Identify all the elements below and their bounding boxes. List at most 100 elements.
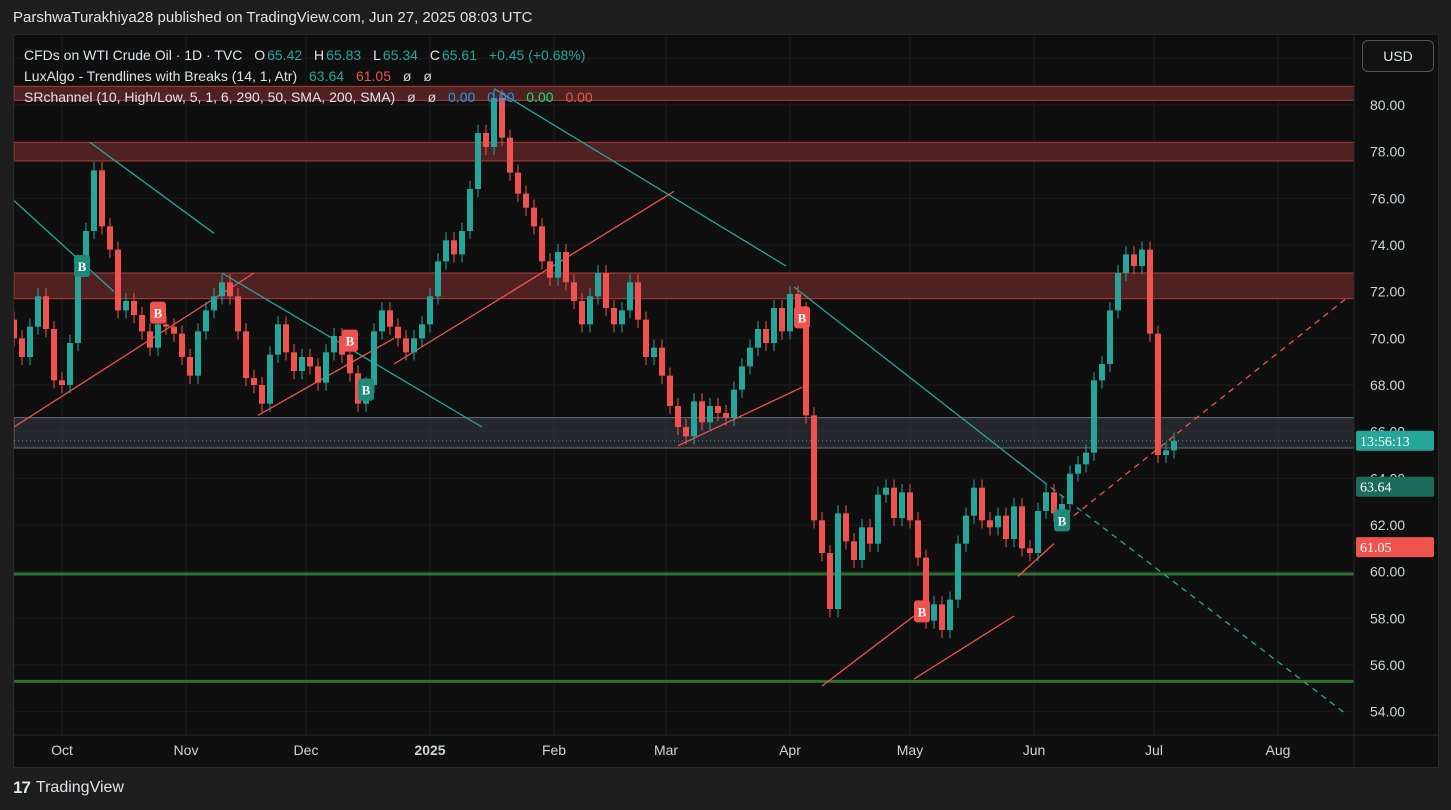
- candle-body: [867, 527, 873, 544]
- candle-body: [715, 406, 721, 413]
- candle-body: [107, 226, 113, 250]
- candle-body: [1011, 506, 1017, 539]
- candle-body: [1027, 548, 1033, 553]
- candle-body: [939, 604, 945, 630]
- indicator1-value3: ø: [402, 68, 412, 84]
- legend-indicator2-row[interactable]: SRchannel (10, High/Low, 5, 1, 6, 290, 5…: [24, 87, 595, 108]
- trendline: [913, 615, 1015, 680]
- trendline: [1041, 480, 1347, 715]
- candle-body: [1163, 450, 1169, 455]
- candle-body: [443, 240, 449, 262]
- candle-body: [115, 249, 121, 311]
- x-tick-label: Aug: [1266, 742, 1291, 758]
- candle-body: [531, 207, 537, 227]
- candle-body: [763, 329, 769, 343]
- x-tick-label: Mar: [654, 742, 678, 758]
- candle-body: [251, 378, 257, 385]
- candle-body: [147, 331, 153, 348]
- candle-body: [139, 315, 145, 332]
- footer-brand-text: TradingView: [35, 779, 124, 796]
- candle-body: [419, 324, 425, 339]
- candle-body: [283, 324, 289, 353]
- candle-body: [819, 520, 825, 553]
- candle-body: [1139, 249, 1145, 266]
- candle-body: [595, 273, 601, 297]
- indicator2-value1: ø: [407, 89, 416, 105]
- candle-body: [123, 301, 129, 311]
- indicator2-value3: 0.00: [448, 89, 476, 105]
- candle-body: [859, 527, 865, 560]
- low-value: 65.34: [382, 47, 418, 63]
- candle-body: [619, 310, 625, 325]
- trendline: [793, 286, 1043, 482]
- candle-body: [275, 324, 281, 355]
- candle-body: [19, 338, 25, 357]
- chart-legend: CFDs on WTI Crude Oil · 1D · TVC O 65.42 …: [24, 45, 595, 108]
- change-value: +0.45 (+0.68%): [488, 47, 586, 63]
- candle-body: [347, 354, 353, 374]
- candle-body: [723, 413, 729, 418]
- currency-button[interactable]: USD: [1362, 40, 1434, 72]
- support-line: [14, 572, 1354, 576]
- candle-body: [747, 347, 753, 367]
- candle-body: [35, 296, 41, 327]
- candle-body: [331, 336, 337, 353]
- candle-body: [603, 273, 609, 308]
- candle-body: [1147, 249, 1153, 334]
- legend-instrument-row[interactable]: CFDs on WTI Crude Oil · 1D · TVC O 65.42 …: [24, 45, 595, 66]
- candle-body: [467, 189, 473, 231]
- instrument-name: CFDs on WTI Crude Oil · 1D · TVC: [24, 47, 243, 63]
- candle-body: [707, 406, 713, 423]
- x-tick-label: Dec: [294, 742, 319, 758]
- footer-branding[interactable]: 17 TradingView: [13, 778, 124, 798]
- high-value: 65.83: [326, 47, 362, 63]
- candle-body: [963, 515, 969, 544]
- candle-body: [219, 282, 225, 297]
- tradingview-logo-icon: 17: [13, 778, 31, 797]
- candle-body: [811, 415, 817, 521]
- candle-body: [179, 333, 185, 357]
- candle-body: [667, 375, 673, 406]
- candle-body: [1123, 254, 1129, 273]
- chart-area[interactable]: BBBBBBB82.0080.0078.0076.0074.0072.0070.…: [13, 34, 1439, 768]
- candle-body: [915, 520, 921, 558]
- y-tick-label: 60.00: [1370, 564, 1405, 580]
- candle-body: [451, 240, 457, 255]
- y-tick-label: 74.00: [1370, 237, 1405, 253]
- candle-body: [227, 282, 233, 297]
- candle-body: [259, 385, 265, 404]
- signal-label: B: [1058, 513, 1067, 528]
- candle-body: [387, 310, 393, 327]
- y-tick-label: 78.00: [1370, 144, 1405, 160]
- candle-body: [547, 261, 553, 278]
- y-tick-label: 62.00: [1370, 517, 1405, 533]
- candle-body: [307, 357, 313, 367]
- candle-body: [995, 515, 1001, 528]
- trendline: [1073, 298, 1347, 517]
- candle-body: [43, 296, 49, 329]
- candle-body: [131, 301, 137, 315]
- candle-body: [571, 282, 577, 301]
- candle-body: [731, 389, 737, 418]
- high-label: H: [314, 47, 325, 63]
- candle-body: [483, 133, 489, 147]
- indicator2-value5: 0.00: [526, 89, 554, 105]
- candle-body: [91, 170, 97, 231]
- legend-indicator1-row[interactable]: LuxAlgo - Trendlines with Breaks (14, 1,…: [24, 66, 595, 87]
- candle-body: [739, 366, 745, 390]
- candle-body: [851, 541, 857, 560]
- candle-body: [1019, 506, 1025, 549]
- candle-body: [315, 366, 321, 383]
- candle-body: [979, 487, 985, 521]
- candle-body: [243, 331, 249, 378]
- candle-body: [523, 193, 529, 208]
- y-tick-label: 72.00: [1370, 284, 1405, 300]
- y-tick-label: 76.00: [1370, 190, 1405, 206]
- price-chart[interactable]: BBBBBBB82.0080.0078.0076.0074.0072.0070.…: [14, 35, 1438, 767]
- resistance-zone: [14, 141, 1355, 162]
- candle-body: [563, 252, 569, 283]
- candle-body: [891, 487, 897, 518]
- candle-body: [195, 331, 201, 376]
- candle-body: [163, 324, 169, 327]
- candle-body: [627, 282, 633, 311]
